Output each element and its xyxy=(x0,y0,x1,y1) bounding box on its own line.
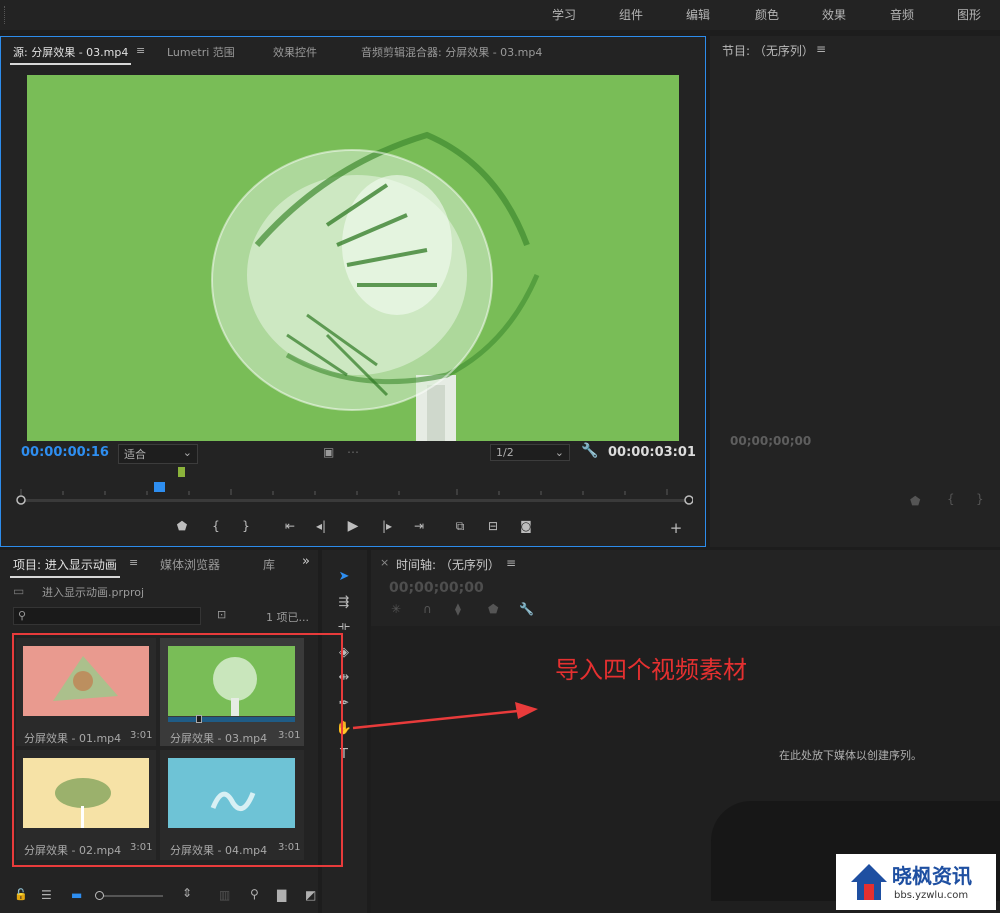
workspace-graphics[interactable]: 图形 xyxy=(957,6,981,23)
panel-menu-icon[interactable]: ≡ xyxy=(129,556,138,569)
add-marker-icon[interactable]: ⬟ xyxy=(488,602,498,616)
source-current-timecode[interactable]: 00:00:00:16 xyxy=(21,445,109,460)
tab-source[interactable]: 源: 分屏效果 - 03.mp4 xyxy=(9,44,132,65)
video-frame-image xyxy=(27,75,679,441)
marker-icon[interactable]: ⬟ xyxy=(172,519,192,533)
wrench-icon[interactable]: 🔧 xyxy=(581,443,598,459)
safe-margins-icon[interactable]: ▣ xyxy=(323,445,334,459)
list-view-icon[interactable]: ☰ xyxy=(41,888,52,902)
workspace-bar: 学习 组件 编辑 颜色 效果 音频 图形 xyxy=(0,0,1000,30)
watermark-url: bbs.yzwlu.com xyxy=(894,890,969,901)
item-count: 1 项已... xyxy=(266,611,309,624)
source-panel-header: 源: 分屏效果 - 03.mp4 ≡ Lumetri 范围 效果控件 音频剪辑混… xyxy=(1,37,705,65)
source-monitor-panel: 源: 分屏效果 - 03.mp4 ≡ Lumetri 范围 效果控件 音频剪辑混… xyxy=(0,36,706,547)
overwrite-icon[interactable]: ⊟ xyxy=(483,519,503,533)
panel-grip[interactable] xyxy=(4,6,8,24)
workspace-color[interactable]: 颜色 xyxy=(755,6,779,23)
workspace-learn[interactable]: 学习 xyxy=(552,6,576,23)
program-title[interactable]: 节目: （无序列） xyxy=(722,42,814,59)
icon-view-icon[interactable]: ▬ xyxy=(71,888,82,902)
source-time-ruler[interactable] xyxy=(13,477,694,507)
bin-icon: ▭ xyxy=(13,584,25,598)
watermark-name: 晓枫资讯 xyxy=(892,864,972,888)
annotation-text: 导入四个视频素材 xyxy=(555,656,747,684)
program-timecode[interactable]: 00;00;00;00 xyxy=(730,434,811,448)
step-forward-icon[interactable]: |▸ xyxy=(377,519,397,533)
tab-libraries[interactable]: 库 xyxy=(263,556,275,573)
timeline-timecode[interactable]: 00;00;00;00 xyxy=(389,580,484,596)
new-search-bin-icon[interactable]: ⊡ xyxy=(217,608,226,621)
chevron-down-icon: ⌄ xyxy=(554,446,564,459)
track-select-tool-icon[interactable]: ⇶ xyxy=(333,592,355,614)
panel-menu-icon[interactable]: ≡ xyxy=(816,42,826,56)
source-video-frame xyxy=(27,75,679,441)
timeline-settings-icon[interactable]: 🔧 xyxy=(519,602,534,616)
search-icon: ⚲ xyxy=(18,609,27,622)
tab-project[interactable]: 项目: 进入显示动画 xyxy=(10,556,120,578)
panel-menu-icon[interactable]: ≡ xyxy=(136,44,145,57)
mark-in-icon[interactable]: { xyxy=(206,519,226,533)
marker-icon[interactable]: ⬟ xyxy=(910,494,920,508)
program-monitor-panel: 节目: （无序列） ≡ 00;00;00;00 ⬟ { } xyxy=(710,36,1000,547)
tab-media-browser[interactable]: 媒体浏览器 xyxy=(160,556,220,573)
new-bin-icon[interactable]: ▇ xyxy=(277,888,286,902)
workspace-editing[interactable]: 编辑 xyxy=(686,6,710,23)
go-to-in-icon[interactable]: ⇤ xyxy=(280,519,300,533)
workspace-audio[interactable]: 音频 xyxy=(890,6,914,23)
house-logo-icon xyxy=(851,864,887,900)
annotation-arrow xyxy=(352,702,538,730)
sort-icon[interactable]: ⇕ xyxy=(182,886,192,900)
tab-effect-controls[interactable]: 效果控件 xyxy=(273,44,317,60)
add-button-icon[interactable]: + xyxy=(666,519,686,537)
export-frame-icon[interactable]: ◙ xyxy=(516,519,536,533)
lock-icon[interactable]: 🔓 xyxy=(14,888,28,901)
mark-out-icon[interactable]: } xyxy=(976,492,984,506)
project-file-name: 进入显示动画.prproj xyxy=(42,586,145,599)
step-back-icon[interactable]: ◂| xyxy=(311,519,331,533)
mark-out-icon[interactable]: } xyxy=(236,519,256,533)
play-icon[interactable]: ▶ xyxy=(343,518,363,534)
mark-in-icon[interactable]: { xyxy=(947,492,955,506)
insert-icon[interactable]: ⧉ xyxy=(450,519,470,534)
zoom-slider-handle[interactable] xyxy=(95,891,104,900)
chevron-down-icon: ⌄ xyxy=(182,446,192,459)
go-to-out-icon[interactable]: ⇥ xyxy=(409,519,429,533)
project-search-input[interactable]: ⚲ xyxy=(13,607,201,625)
automate-icon[interactable]: ▥ xyxy=(219,888,230,902)
timeline-title[interactable]: 时间轴: （无序列） xyxy=(396,556,500,573)
watermark-logo: 晓枫资讯 bbs.yzwlu.com xyxy=(836,854,996,910)
zoom-select[interactable]: 适合 ⌄ xyxy=(118,444,198,464)
timeline-empty-hint: 在此处放下媒体以创建序列。 xyxy=(779,749,922,762)
selection-tool-icon[interactable]: ➤ xyxy=(333,566,355,588)
close-icon[interactable]: × xyxy=(380,556,389,569)
resolution-select[interactable]: 1/2 ⌄ xyxy=(490,444,570,461)
new-item-icon[interactable]: ◩ xyxy=(305,888,316,902)
linked-selection-icon[interactable]: ⧫ xyxy=(455,602,461,616)
find-icon[interactable]: ⚲ xyxy=(250,887,259,901)
nest-icon[interactable]: ✳ xyxy=(391,602,401,616)
zoom-slider[interactable] xyxy=(95,891,163,900)
tab-lumetri-scopes[interactable]: Lumetri 范围 xyxy=(167,44,235,60)
annotation-highlight-box xyxy=(12,633,343,867)
panel-menu-icon[interactable]: ≡ xyxy=(506,556,516,570)
tab-audio-clip-mixer[interactable]: 音频剪辑混合器: 分屏效果 - 03.mp4 xyxy=(361,44,542,60)
more-tabs-icon[interactable]: » xyxy=(302,554,310,569)
time-ruler-ticks xyxy=(16,482,694,505)
in-point-marker[interactable] xyxy=(178,467,185,477)
zoom-select-value: 适合 xyxy=(124,448,146,461)
snap-icon[interactable]: ∩ xyxy=(423,602,432,616)
resolution-select-value: 1/2 xyxy=(496,446,514,459)
settings-toggle-icon[interactable]: ⋯ xyxy=(347,445,359,459)
workspace-assembly[interactable]: 组件 xyxy=(619,6,643,23)
workspace-effects[interactable]: 效果 xyxy=(822,6,846,23)
source-duration-timecode: 00:00:03:01 xyxy=(608,445,696,460)
